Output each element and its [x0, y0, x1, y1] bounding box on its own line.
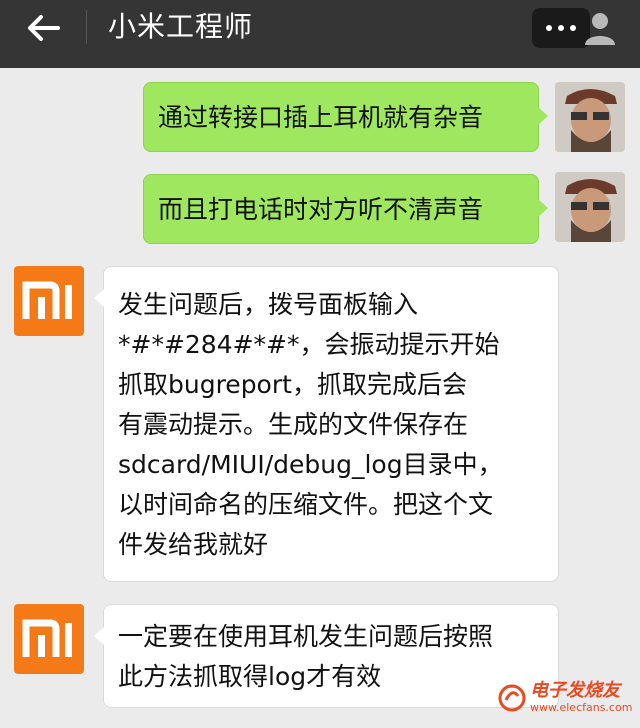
elecfans-logo-icon — [498, 684, 526, 712]
person-icon — [585, 13, 615, 45]
message-bubble-outgoing[interactable]: 而且打电话时对方听不清声音 — [143, 174, 548, 244]
chat-title: 小米工程师 — [108, 10, 254, 43]
contact-info-button[interactable] — [578, 6, 622, 50]
message-text: 通过转接口插上耳机就有杂音 — [158, 103, 484, 132]
message-line: 有震动提示。生成的文件保存在 — [118, 410, 469, 439]
mi-logo-avatar[interactable] — [14, 604, 84, 674]
message-bubble-outgoing[interactable]: 通过转接口插上耳机就有杂音 — [143, 82, 548, 152]
message-line: *#*#284#*#*，会振动提示开始 — [118, 330, 500, 359]
message-line: 一定要在使用耳机发生问题后按照 — [118, 622, 494, 651]
message-bubble-incoming[interactable]: 一定要在使用耳机发生问题后按照 此方法抓取得log才有效 — [94, 604, 559, 708]
message-line: 发生问题后，拨号面板输入 — [118, 290, 419, 319]
user-avatar-icon — [555, 82, 625, 152]
message-line: 抓取bugreport，抓取完成后会 — [118, 370, 467, 399]
user-avatar-icon — [555, 172, 625, 242]
message-line: 件发给我就好 — [118, 530, 269, 559]
mi-logo-icon — [22, 281, 72, 319]
message-line: 此方法抓取得log才有效 — [118, 662, 382, 691]
mi-logo-icon — [22, 619, 72, 657]
message-bubble-incoming[interactable]: 发生问题后，拨号面板输入 *#*#284#*#*，会振动提示开始 抓取bugre… — [94, 266, 559, 582]
more-dots-icon — [546, 25, 552, 31]
header-divider — [86, 10, 87, 44]
top-bar: 小米工程师 — [0, 0, 640, 68]
back-button[interactable] — [18, 8, 68, 48]
user-avatar[interactable] — [555, 172, 625, 242]
user-avatar[interactable] — [555, 82, 625, 152]
back-arrow-icon — [28, 15, 60, 41]
message-text: 而且打电话时对方听不清声音 — [158, 195, 484, 224]
message-line: sdcard/MIUI/debug_log目录中， — [118, 450, 503, 479]
watermark-url: www.elecfans.com — [530, 701, 633, 714]
mi-logo-avatar[interactable] — [14, 266, 84, 336]
watermark-logo: 电子发烧友 www.elecfans.com — [498, 672, 634, 724]
message-line: 以时间命名的压缩文件。把这个文 — [118, 490, 494, 519]
watermark-name: 电子发烧友 — [530, 680, 620, 701]
